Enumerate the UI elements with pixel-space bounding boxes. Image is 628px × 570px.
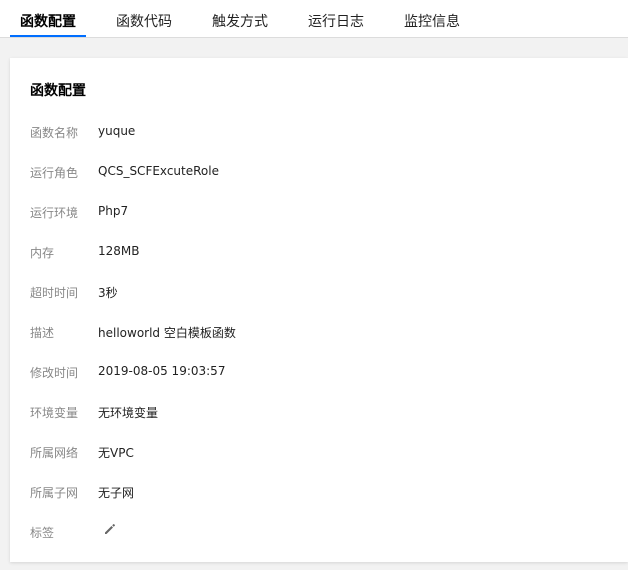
runtime-value: Php7 bbox=[98, 204, 129, 218]
description-value: helloworld 空白模板函数 bbox=[98, 326, 236, 340]
network-label: 所属网络 bbox=[30, 446, 79, 460]
description-label: 描述 bbox=[30, 326, 55, 340]
subnet-value: 无子网 bbox=[98, 486, 135, 500]
subnet-label: 所属子网 bbox=[30, 486, 79, 500]
panel-title: 函数配置 bbox=[30, 83, 86, 99]
run-role-value: QCS_SCFExcuteRole bbox=[98, 164, 219, 178]
timeout-label: 超时时间 bbox=[30, 286, 79, 300]
memory-value: 128MB bbox=[98, 244, 140, 258]
network-value: 无VPC bbox=[98, 446, 134, 460]
modified-time-value: 2019-08-05 19:03:57 bbox=[98, 364, 226, 378]
tab-function-config[interactable]: 函数配置 bbox=[20, 0, 76, 37]
tab-function-code[interactable]: 函数代码 bbox=[116, 0, 172, 37]
tags-label: 标签 bbox=[30, 526, 55, 540]
modified-time-label: 修改时间 bbox=[30, 366, 79, 380]
timeout-value: 3秒 bbox=[98, 286, 118, 300]
tab-bar: 函数配置 函数代码 触发方式 运行日志 监控信息 bbox=[0, 0, 628, 38]
active-tab-indicator bbox=[10, 35, 86, 37]
memory-label: 内存 bbox=[30, 246, 55, 260]
tab-trigger[interactable]: 触发方式 bbox=[212, 0, 268, 37]
tab-monitoring[interactable]: 监控信息 bbox=[404, 0, 460, 37]
tab-run-log[interactable]: 运行日志 bbox=[308, 0, 364, 37]
runtime-label: 运行环境 bbox=[30, 206, 79, 220]
pencil-icon[interactable] bbox=[103, 522, 117, 536]
env-vars-label: 环境变量 bbox=[30, 406, 79, 420]
function-name-value: yuque bbox=[98, 124, 136, 138]
function-name-label: 函数名称 bbox=[30, 126, 79, 140]
env-vars-value: 无环境变量 bbox=[98, 406, 159, 420]
run-role-label: 运行角色 bbox=[30, 166, 79, 180]
config-panel: 函数配置 函数名称 yuque 运行角色 QCS_SCFExcuteRole 运… bbox=[10, 58, 628, 562]
